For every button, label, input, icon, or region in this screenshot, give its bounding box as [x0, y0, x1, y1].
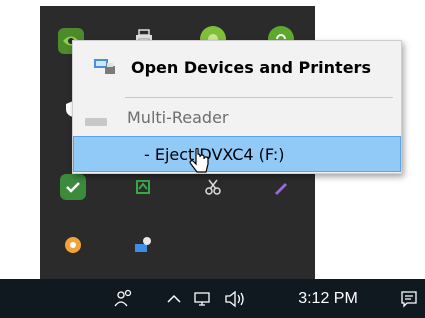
security-check-icon[interactable] [60, 174, 86, 200]
desktop-region: Open Devices and Printers Multi-Reader -… [0, 0, 425, 318]
clock[interactable]: 3:12 PM [290, 279, 366, 318]
network-icon[interactable] [190, 279, 216, 318]
mouse-cursor-icon [188, 147, 212, 178]
menu-item-label: Open Devices and Printers [131, 57, 371, 77]
taskbar: 3:12 PM [0, 279, 425, 318]
chevron-up-icon[interactable] [160, 279, 188, 318]
orange-app-icon[interactable] [60, 232, 86, 258]
menu-item-eject-dvxc4[interactable]: - Eject DVXC4 (F:) [73, 136, 401, 172]
network-user-icon[interactable] [130, 232, 156, 258]
people-icon[interactable] [110, 279, 138, 318]
green-utility-icon[interactable] [130, 174, 156, 200]
clock-time: 3:12 PM [298, 289, 358, 307]
pen-icon[interactable] [268, 174, 294, 200]
volume-icon[interactable] [220, 279, 252, 318]
devices-printers-icon [93, 57, 117, 77]
menu-item-multi-reader: Multi-Reader [73, 97, 401, 137]
action-center-icon[interactable] [396, 279, 422, 318]
drive-icon [85, 118, 107, 126]
tray-context-menu: Open Devices and Printers Multi-Reader -… [72, 40, 402, 174]
menu-item-label: Multi-Reader [127, 107, 229, 127]
menu-item-open-devices-printers[interactable]: Open Devices and Printers [73, 47, 401, 87]
menu-item-label: - Eject DVXC4 (F:) [144, 144, 285, 164]
